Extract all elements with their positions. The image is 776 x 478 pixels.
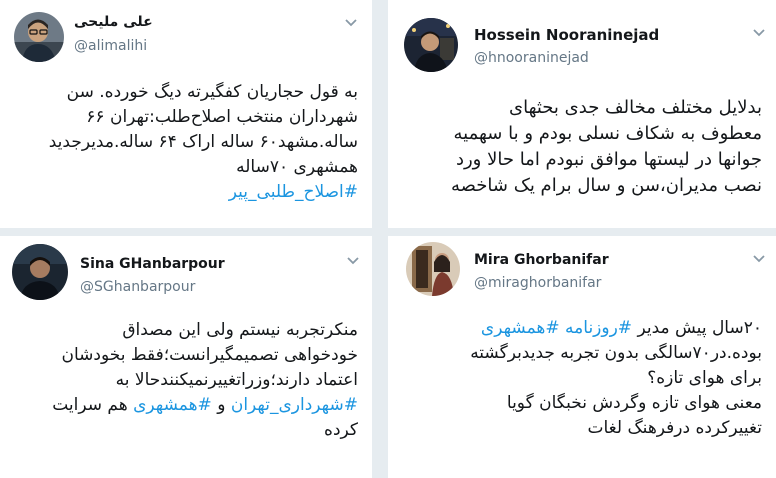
tweet-line: معنی هوای تازه وگردش نخبگان گویا bbox=[402, 391, 762, 416]
tweet-text-segment: معطوف به شکاف نسلی بودم و با سهمیه bbox=[453, 123, 762, 144]
tweet-text-segment: ۲۰سال پیش مدیر bbox=[632, 318, 762, 338]
tweet-line: نصب مدیران،سن و سال برام یک شاخصه bbox=[402, 173, 762, 199]
tweet-line: #شهرداری_تهران و #همشهری هم سرایت bbox=[12, 393, 358, 418]
tweet-line: همشهری ۷۰ساله bbox=[12, 155, 358, 180]
tweet-text-segment: برای هوای تازه؟ bbox=[647, 368, 762, 388]
user-handle[interactable]: @miraghorbanifar bbox=[474, 275, 601, 291]
hashtag-link[interactable]: #شهرداری_تهران bbox=[231, 395, 358, 415]
tweet-text-segment: به قول حجاریان کفگیرته دیگ خورده. سن bbox=[66, 82, 358, 102]
tweet-card: Hossein Nooraninejad @hnooraninejad بدلا… bbox=[388, 0, 776, 228]
hashtag-link[interactable]: #همشهری bbox=[133, 395, 212, 415]
avatar[interactable] bbox=[404, 18, 458, 72]
tweet-text-segment: کرده bbox=[324, 420, 358, 440]
avatar[interactable] bbox=[12, 244, 68, 300]
tweet-text-segment: منکرتجربه نیستم ولی این مصداق bbox=[122, 320, 358, 340]
tweet-line: به قول حجاریان کفگیرته دیگ خورده. سن bbox=[12, 80, 358, 105]
chevron-down-icon[interactable] bbox=[346, 256, 360, 266]
tweet-line: منکرتجربه نیستم ولی این مصداق bbox=[12, 318, 358, 343]
chevron-down-icon[interactable] bbox=[344, 18, 358, 28]
display-name[interactable]: Hossein Nooraninejad bbox=[474, 26, 659, 44]
tweet-text-segment: همشهری ۷۰ساله bbox=[236, 157, 358, 177]
hashtag-link[interactable]: #اصلاح_طلبی_پیر bbox=[229, 182, 358, 202]
tweet-text-segment: اعتماد دارند؛وزراتغییرنمیکنندحالا به bbox=[115, 370, 358, 390]
tweet-text-segment: جوانها در لیستها موافق نبودم اما حالا ور… bbox=[455, 149, 762, 170]
user-handle[interactable]: @alimalihi bbox=[74, 38, 147, 54]
tweet-line: برای هوای تازه؟ bbox=[402, 366, 762, 391]
tweet-text-segment: شهرداران منتخب اصلاح‌طلب:تهران ۶۶ bbox=[86, 107, 358, 127]
hashtag-link[interactable]: #همشهری bbox=[481, 318, 560, 338]
tweet-text: ۲۰سال پیش مدیر #روزنامه #همشهری بوده.در۷۰… bbox=[402, 316, 762, 441]
tweet-line: تغییرکرده درفرهنگ لغات bbox=[402, 416, 763, 441]
tweet-text-segment: و bbox=[211, 395, 231, 415]
tweet-line: کرده bbox=[12, 418, 358, 443]
tweet-text-segment: بدلایل مختلف مخالف جدی بحثهای bbox=[509, 97, 762, 118]
tweet-text-segment: هم سرایت bbox=[52, 395, 134, 415]
tweet-text-segment: بوده.در۷۰سالگی بدون تجربه جدیدبرگشته bbox=[470, 343, 762, 363]
tweet-text-segment: ساله.مشهد۶۰ ساله اراک ۶۴ ساله.مدیرجدید bbox=[48, 132, 358, 152]
tweet-text: بدلایل مختلف مخالف جدی بحثهای معطوف به شک… bbox=[402, 95, 762, 199]
display-name[interactable]: Sina GHanbarpour bbox=[80, 256, 225, 272]
tweet-line: جوانها در لیستها موافق نبودم اما حالا ور… bbox=[402, 147, 762, 173]
tweet-line: بوده.در۷۰سالگی بدون تجربه جدیدبرگشته bbox=[402, 341, 762, 366]
avatar[interactable] bbox=[406, 242, 460, 296]
tweet-line: معطوف به شکاف نسلی بودم و با سهمیه bbox=[402, 121, 762, 147]
display-name[interactable]: Mira Ghorbanifar bbox=[474, 252, 609, 268]
tweet-line: خودخواهی تصمیمگیرانست؛فقط بخودشان bbox=[12, 343, 358, 368]
user-handle[interactable]: @SGhanbarpour bbox=[80, 279, 195, 295]
tweet-line: بدلایل مختلف مخالف جدی بحثهای bbox=[402, 95, 762, 121]
tweet-text: به قول حجاریان کفگیرته دیگ خورده. سن شهرد… bbox=[12, 80, 358, 205]
user-handle[interactable]: @hnooraninejad bbox=[474, 50, 589, 66]
chevron-down-icon[interactable] bbox=[752, 254, 766, 264]
tweet-text-segment: نصب مدیران،سن و سال برام یک شاخصه bbox=[451, 175, 762, 196]
tweet-line: ۲۰سال پیش مدیر #روزنامه #همشهری bbox=[402, 316, 762, 341]
tweet-card: Mira Ghorbanifar @miraghorbanifar ۲۰سال … bbox=[388, 236, 776, 478]
tweet-line: #اصلاح_طلبی_پیر bbox=[12, 180, 358, 205]
avatar[interactable] bbox=[14, 12, 64, 62]
hashtag-link[interactable]: #روزنامه bbox=[565, 318, 632, 338]
tweet-text-segment: تغییرکرده درفرهنگ لغات bbox=[587, 418, 763, 438]
tweet-card: علی ملیحی @alimalihi به قول حجاریان کفگی… bbox=[0, 0, 372, 228]
chevron-down-icon[interactable] bbox=[752, 28, 766, 38]
tweet-line: ساله.مشهد۶۰ ساله اراک ۶۴ ساله.مدیرجدید bbox=[12, 130, 358, 155]
tweet-card: Sina GHanbarpour @SGhanbarpour منکرتجربه… bbox=[0, 236, 372, 478]
tweet-text-segment: معنی هوای تازه وگردش نخبگان گویا bbox=[506, 393, 762, 413]
tweet-text: منکرتجربه نیستم ولی این مصداق خودخواهی تص… bbox=[12, 318, 358, 443]
display-name[interactable]: علی ملیحی bbox=[74, 14, 153, 30]
tweet-line: اعتماد دارند؛وزراتغییرنمیکنندحالا به bbox=[12, 368, 358, 393]
tweet-text-segment: خودخواهی تصمیمگیرانست؛فقط بخودشان bbox=[61, 345, 358, 365]
tweet-line: شهرداران منتخب اصلاح‌طلب:تهران ۶۶ bbox=[12, 105, 358, 130]
